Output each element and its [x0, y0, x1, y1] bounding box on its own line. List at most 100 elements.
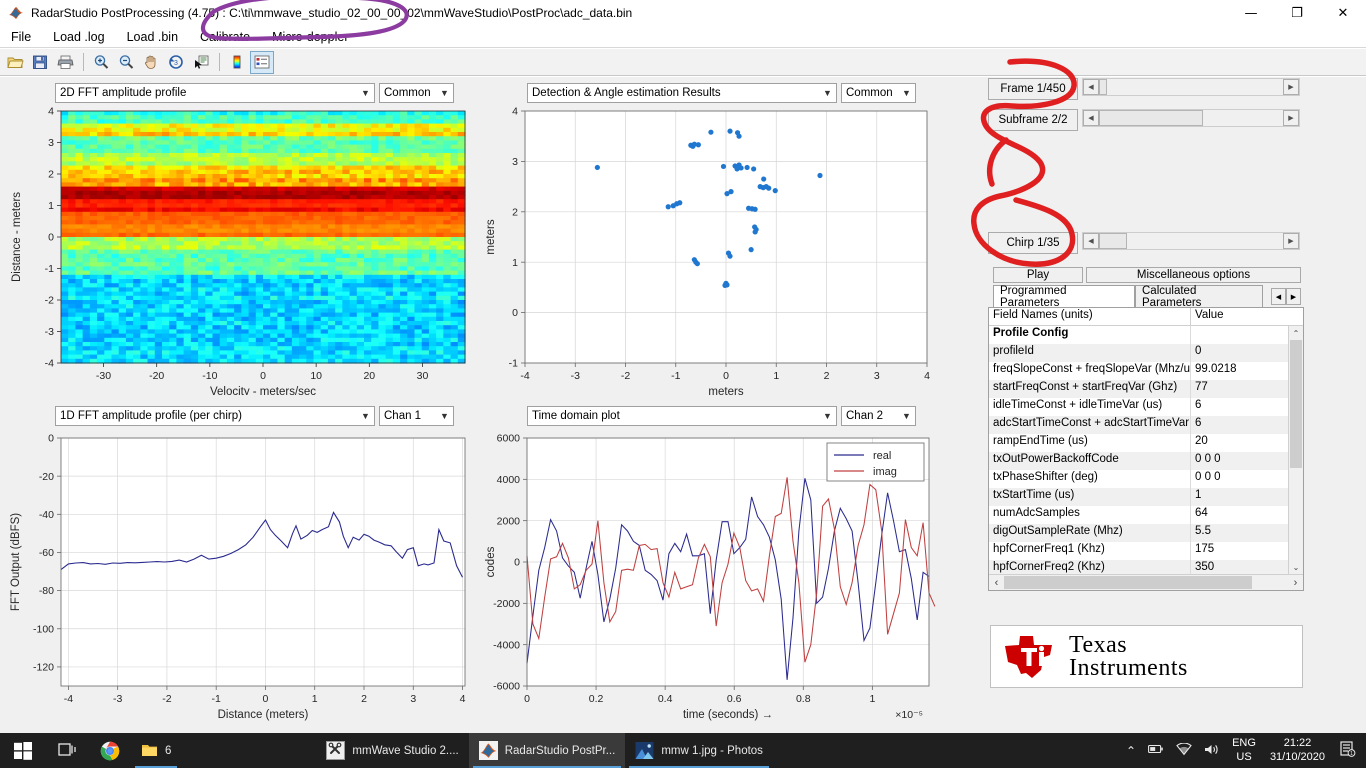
- close-button[interactable]: ✕: [1320, 0, 1366, 26]
- play-button[interactable]: Play: [993, 267, 1083, 283]
- plot-type-select-topright[interactable]: Detection & Angle estimation Results ▼: [527, 83, 837, 103]
- speaker-icon[interactable]: [1198, 743, 1226, 759]
- table-row[interactable]: adcStartTimeConst + adcStartTimeVar ... 6: [989, 416, 1303, 434]
- table-row[interactable]: digOutSampleRate (Mhz) 5.5: [989, 524, 1303, 542]
- chevron-down-icon: ▼: [440, 88, 449, 98]
- svg-text:1: 1: [1350, 751, 1353, 757]
- table-vertical-scrollbar[interactable]: ⌃ ⌄: [1288, 326, 1303, 574]
- open-folder-icon[interactable]: [3, 51, 27, 74]
- chirp-scroll-left-button[interactable]: ◀: [1083, 233, 1099, 249]
- chevron-down-icon: ▼: [823, 88, 832, 98]
- subframe-scroll-right-button[interactable]: ▶: [1283, 110, 1299, 126]
- print-icon[interactable]: [53, 51, 77, 74]
- frame-scroll-left-button[interactable]: ◀: [1083, 79, 1099, 95]
- chart-1d-fft-profile[interactable]: -4 -3 -2 -1 0 1 2 3 4 0 -20 -40 -60 -80 -100 -120 Distan…: [0, 428, 480, 733]
- menu-file[interactable]: File: [0, 26, 42, 48]
- save-disk-icon[interactable]: [28, 51, 52, 74]
- subframe-scrollbar[interactable]: ◀ ▶: [1082, 109, 1300, 127]
- table-row[interactable]: rampEndTime (us) 20: [989, 434, 1303, 452]
- chart-time-domain[interactable]: 0 0.2 0.4 0.6 0.8 1 6000 4000 2000 0 -2000 -4000 -60…: [480, 428, 950, 733]
- table-row[interactable]: txPhaseShifter (deg) 0 0 0: [989, 470, 1303, 488]
- language-indicator[interactable]: ENG US: [1226, 737, 1262, 765]
- chirp-scroll-thumb[interactable]: [1099, 233, 1127, 249]
- channel-select-topleft[interactable]: Common ▼: [379, 83, 454, 103]
- start-button[interactable]: [0, 733, 46, 768]
- wifi-icon[interactable]: [1170, 742, 1198, 759]
- channel-select-bottomleft[interactable]: Chan 1 ▼: [379, 406, 454, 426]
- data-cursor-icon[interactable]: [189, 51, 213, 74]
- rotate-3d-icon[interactable]: 3: [164, 51, 188, 74]
- chirp-scrollbar[interactable]: ◀ ▶: [1082, 232, 1300, 250]
- zoom-in-icon[interactable]: [89, 51, 113, 74]
- table-scroll-up-button[interactable]: ⌃: [1289, 326, 1303, 340]
- miscellaneous-options-button[interactable]: Miscellaneous options: [1086, 267, 1301, 283]
- table-scroll-right-button[interactable]: ›: [1288, 575, 1303, 590]
- table-scroll-down-button[interactable]: ⌄: [1289, 560, 1303, 574]
- minimize-button[interactable]: —: [1228, 0, 1274, 26]
- chirp-label: Chirp 1/35: [988, 232, 1078, 254]
- subframe-scroll-left-button[interactable]: ◀: [1083, 110, 1099, 126]
- table-row[interactable]: txOutPowerBackoffCode 0 0 0: [989, 452, 1303, 470]
- menu-calibrate[interactable]: Calibrate: [189, 26, 261, 48]
- table-row[interactable]: profileId 0: [989, 344, 1303, 362]
- chirp-scroll-track[interactable]: [1099, 233, 1283, 249]
- frame-scroll-track[interactable]: [1099, 79, 1283, 95]
- svg-text:3: 3: [48, 137, 54, 149]
- tray-chevron-up-icon[interactable]: ⌃: [1120, 744, 1142, 758]
- clock[interactable]: 21:22 31/10/2020: [1262, 737, 1333, 765]
- menu-load-bin[interactable]: Load .bin: [116, 26, 189, 48]
- svg-text:1: 1: [48, 200, 54, 212]
- taskbar-mmwave-studio[interactable]: mmWave Studio 2....: [316, 733, 468, 768]
- chart-2d-fft-heatmap[interactable]: -4 -3 -2 -1 0 1 2 3 4 -30 -20 -10 0 10 20 30 Velocity - …: [0, 105, 480, 398]
- channel-select-topright[interactable]: Common ▼: [841, 83, 916, 103]
- plot-type-select-topleft[interactable]: 2D FFT amplitude profile ▼: [55, 83, 375, 103]
- task-view-button[interactable]: [46, 733, 89, 768]
- table-row[interactable]: hpfCornerFreq1 (Khz) 175: [989, 542, 1303, 560]
- zoom-out-icon[interactable]: [114, 51, 138, 74]
- menu-load-log[interactable]: Load .log: [42, 26, 115, 48]
- table-horizontal-scrollbar[interactable]: ‹ ›: [989, 574, 1303, 590]
- legend-icon[interactable]: [250, 50, 274, 74]
- notification-icon[interactable]: 1: [1333, 741, 1366, 760]
- svg-text:imag: imag: [873, 466, 897, 478]
- table-horizontal-scroll-thumb[interactable]: [1004, 576, 1252, 589]
- table-scroll-left-button[interactable]: ‹: [989, 575, 1004, 590]
- frame-scroll-thumb[interactable]: [1099, 79, 1107, 95]
- tab-scroll-left-button[interactable]: ◀: [1271, 288, 1286, 305]
- table-row[interactable]: startFreqConst + startFreqVar (Ghz) 77: [989, 380, 1303, 398]
- taskbar-radarstudio[interactable]: RadarStudio PostPr...: [468, 733, 626, 768]
- svg-text:0.6: 0.6: [727, 693, 742, 705]
- chirp-scroll-right-button[interactable]: ▶: [1283, 233, 1299, 249]
- table-row[interactable]: Profile Config: [989, 326, 1303, 344]
- frame-scroll-right-button[interactable]: ▶: [1283, 79, 1299, 95]
- channel-value-bottomleft: Chan 1: [384, 410, 422, 422]
- subframe-scroll-thumb[interactable]: [1099, 110, 1203, 126]
- maximize-button[interactable]: ❐: [1274, 0, 1320, 26]
- table-row[interactable]: idleTimeConst + idleTimeVar (us) 6: [989, 398, 1303, 416]
- menu-micro-doppler[interactable]: Micro-doppler: [261, 26, 359, 48]
- plot-type-select-bottomleft[interactable]: 1D FFT amplitude profile (per chirp) ▼: [55, 406, 375, 426]
- svg-text:0: 0: [514, 557, 520, 569]
- tab-scroll-right-button[interactable]: ▶: [1286, 288, 1301, 305]
- taskbar-photos[interactable]: mmw 1.jpg - Photos: [625, 733, 773, 768]
- parameters-table[interactable]: Field Names (units) Value Profile Config…: [988, 307, 1304, 591]
- tab-calculated-parameters[interactable]: Calculated Parameters: [1135, 285, 1263, 309]
- file-explorer-icon[interactable]: 6: [131, 733, 181, 768]
- table-row[interactable]: txStartTime (us) 1: [989, 488, 1303, 506]
- channel-select-bottomright[interactable]: Chan 2 ▼: [841, 406, 916, 426]
- colorbar-icon[interactable]: [225, 51, 249, 74]
- table-row[interactable]: freqSlopeConst + freqSlopeVar (Mhz/us) 99…: [989, 362, 1303, 380]
- svg-text:1: 1: [512, 257, 518, 269]
- table-vertical-scroll-thumb[interactable]: [1290, 340, 1302, 468]
- battery-icon[interactable]: [1142, 743, 1170, 758]
- chirp-nav-row: Chirp 1/35 ◀ ▶: [988, 232, 1304, 254]
- tab-programmed-parameters[interactable]: Programmed Parameters: [993, 285, 1135, 309]
- table-cell-field-name: adcStartTimeConst + adcStartTimeVar ...: [989, 416, 1191, 434]
- chrome-icon[interactable]: [89, 733, 131, 768]
- subframe-scroll-track[interactable]: [1099, 110, 1283, 126]
- pan-hand-icon[interactable]: [139, 51, 163, 74]
- frame-scrollbar[interactable]: ◀ ▶: [1082, 78, 1300, 96]
- chart-detection-angle-scatter[interactable]: -4 -3 -2 -1 0 1 2 3 4 -1 0 1 2 3 4 meters meters: [480, 105, 950, 398]
- plot-type-select-bottomright[interactable]: Time domain plot ▼: [527, 406, 837, 426]
- table-row[interactable]: numAdcSamples 64: [989, 506, 1303, 524]
